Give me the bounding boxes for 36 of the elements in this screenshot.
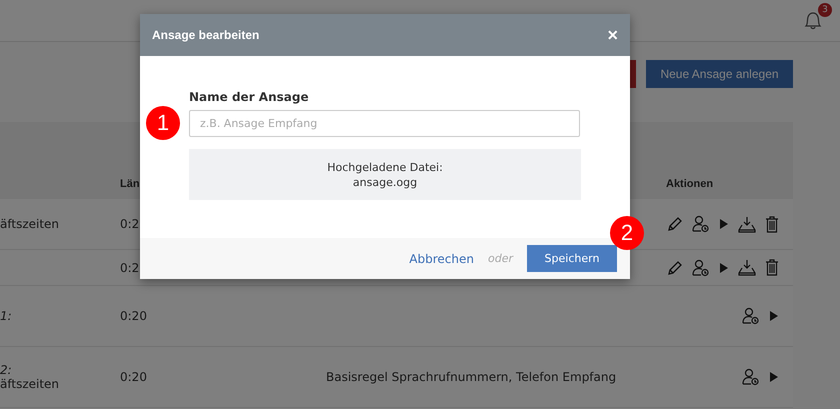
file-name: ansage.ogg	[352, 176, 418, 188]
separator-text: oder	[488, 252, 513, 265]
table-cell-text: 0:20	[120, 309, 148, 323]
close-button[interactable]: ×	[607, 24, 618, 46]
table-cell-text: äftszeiten	[0, 217, 60, 231]
cancel-link[interactable]: Abbrechen	[409, 252, 474, 266]
pencil-icon[interactable]	[667, 216, 683, 232]
table-cell-text: 0:2	[120, 260, 140, 274]
pencil-icon[interactable]	[667, 260, 683, 276]
save-button[interactable]: Speichern	[527, 245, 617, 272]
name-input-field[interactable]: z.B. Ansage Empfang	[189, 110, 580, 137]
user-gear-icon[interactable]	[742, 368, 760, 386]
play-icon[interactable]	[769, 310, 779, 322]
trash-icon[interactable]	[765, 259, 779, 276]
download-icon[interactable]	[738, 259, 756, 276]
play-icon[interactable]	[769, 371, 779, 383]
user-gear-icon[interactable]	[742, 307, 760, 325]
table-cell-text: 1:	[0, 309, 13, 323]
new-announcement-button[interactable]: Neue Ansage anlegen	[646, 60, 793, 88]
dialog-title: Ansage bearbeiten	[152, 28, 260, 42]
user-gear-icon[interactable]	[692, 215, 710, 233]
column-header: Län	[120, 178, 140, 190]
user-gear-icon[interactable]	[692, 258, 710, 276]
play-icon[interactable]	[719, 218, 729, 230]
table-cell-text: 0:2	[120, 217, 140, 231]
download-icon[interactable]	[738, 216, 756, 232]
column-header: Aktionen	[666, 178, 714, 190]
file-caption: Hochgeladene Datei:	[327, 160, 443, 174]
table-cell-text: 2:	[0, 363, 13, 377]
table-cell-text: 0:20	[120, 370, 148, 384]
table-cell-text: Basisregel Sprachrufnummern, Telefon Empfang	[326, 370, 618, 384]
trash-icon[interactable]	[765, 216, 779, 232]
play-icon[interactable]	[719, 262, 729, 274]
field-label: Name der Ansage	[189, 90, 310, 104]
table-cell-text: äftszeiten	[0, 377, 60, 391]
notification-badge: 3	[818, 2, 832, 16]
